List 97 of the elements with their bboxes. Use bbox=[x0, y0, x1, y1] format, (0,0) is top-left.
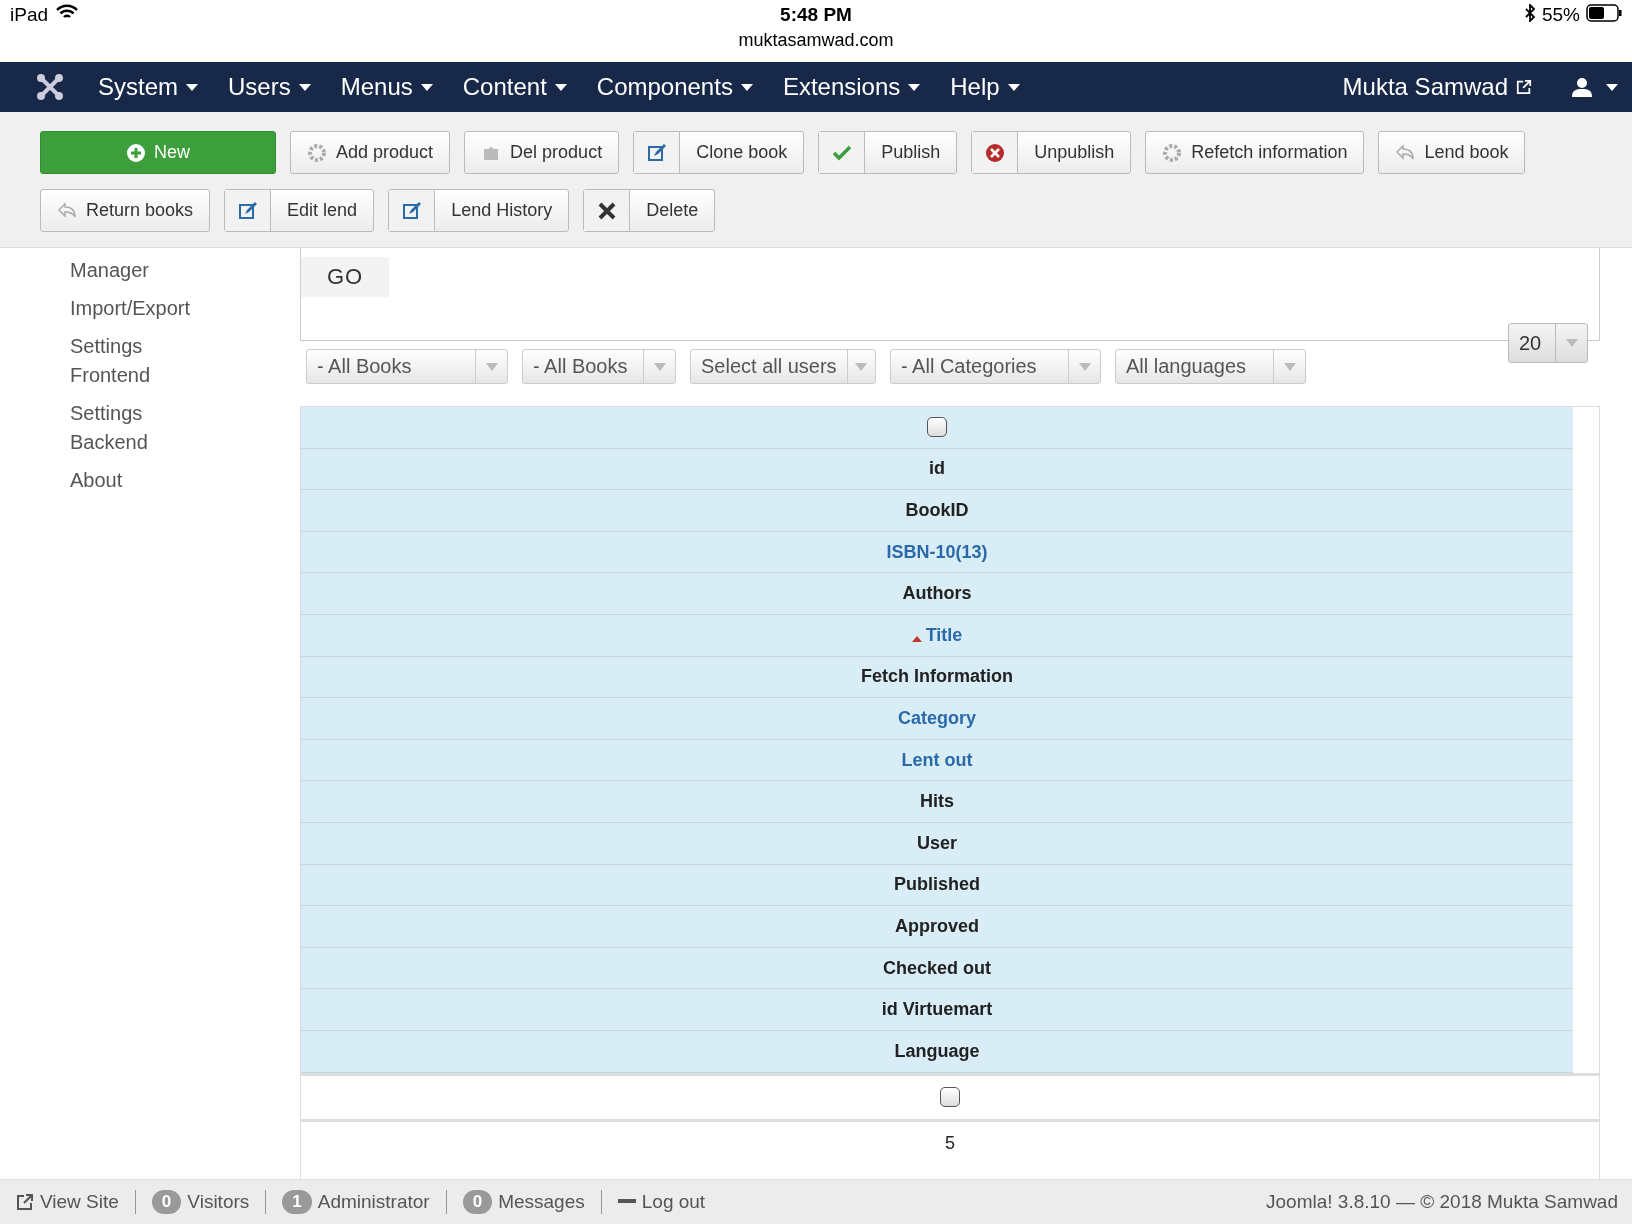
nav-menu[interactable]: System bbox=[98, 73, 198, 101]
footer-link[interactable]: 0 Messages bbox=[462, 1190, 585, 1214]
select-all-checkbox[interactable] bbox=[927, 417, 947, 438]
clock-time: 5:48 PM bbox=[780, 4, 852, 26]
column-header: Checked out bbox=[301, 947, 1573, 990]
count-badge: 0 bbox=[462, 1190, 493, 1214]
column-header: Approved bbox=[301, 906, 1573, 948]
caret-icon bbox=[1606, 83, 1618, 91]
column-sort-link[interactable]: Lent out bbox=[901, 749, 973, 771]
external-link-icon bbox=[1516, 79, 1532, 95]
column-header: User bbox=[301, 822, 1573, 865]
footer-link-label: Administrator bbox=[317, 1191, 430, 1213]
column-header: id bbox=[301, 448, 1573, 491]
caret-icon bbox=[420, 83, 433, 91]
caret-icon bbox=[855, 362, 868, 371]
list-limit-dropdown[interactable]: 20 bbox=[1508, 323, 1588, 363]
column-sort-link[interactable]: Category bbox=[898, 707, 976, 729]
battery-percent: 55% bbox=[1541, 4, 1580, 26]
caret-icon bbox=[1283, 362, 1296, 371]
nav-menu[interactable]: Help bbox=[950, 73, 1020, 101]
reply-arrow-icon bbox=[57, 200, 77, 221]
caret-icon bbox=[298, 83, 311, 91]
footer-link[interactable]: 0 Visitors bbox=[151, 1190, 250, 1214]
joomla-logo-icon bbox=[36, 73, 64, 101]
close-icon bbox=[596, 200, 617, 221]
minus-icon bbox=[617, 1199, 636, 1205]
battery-icon bbox=[1586, 4, 1622, 22]
caret-icon bbox=[1007, 83, 1020, 91]
nav-menu[interactable]: Extensions bbox=[782, 73, 921, 101]
sidebar-link[interactable]: Settings Backend bbox=[70, 399, 210, 457]
footer-link-label: Messages bbox=[498, 1191, 585, 1213]
toolbar-button[interactable]: Lend History bbox=[388, 189, 570, 232]
toolbar-button[interactable]: Refetch information bbox=[1145, 131, 1365, 174]
external-link-icon bbox=[16, 1193, 34, 1211]
footer-link-label: Log out bbox=[641, 1191, 706, 1213]
toolbar-button[interactable]: Publish bbox=[818, 131, 958, 174]
filter-dropdown[interactable]: All languages bbox=[1115, 349, 1306, 384]
user-icon bbox=[1572, 77, 1592, 97]
toolbar-button[interactable]: Add product bbox=[290, 131, 451, 174]
column-sort-link[interactable]: ISBN-10(13) bbox=[886, 541, 988, 563]
column-header: id Virtuemart bbox=[301, 989, 1573, 1031]
page-url: muktasamwad.com bbox=[738, 30, 894, 51]
filter-dropdown[interactable]: Select all users bbox=[690, 349, 876, 384]
column-sort-link[interactable]: Title bbox=[925, 624, 963, 646]
column-header: Language bbox=[301, 1030, 1573, 1073]
sidebar-link[interactable]: Settings Frontend bbox=[70, 332, 210, 390]
footer-link[interactable]: View Site bbox=[16, 1191, 119, 1213]
sidebar-link[interactable]: Manager bbox=[70, 256, 210, 285]
sidebar-link[interactable]: About bbox=[70, 466, 210, 495]
caret-icon bbox=[740, 83, 753, 91]
column-header: BookID bbox=[301, 490, 1573, 532]
user-menu[interactable] bbox=[1572, 77, 1618, 97]
caret-icon bbox=[1078, 362, 1091, 371]
edit-icon bbox=[237, 200, 258, 221]
toolbar-button[interactable]: Delete bbox=[583, 189, 716, 232]
caret-icon bbox=[653, 362, 666, 371]
filter-dropdown[interactable]: - All Books bbox=[306, 349, 508, 384]
footer-link[interactable]: 1 Administrator bbox=[282, 1190, 430, 1214]
user-name-link[interactable]: Mukta Samwad bbox=[1342, 73, 1532, 101]
column-header: Hits bbox=[301, 781, 1573, 823]
filter-dropdown[interactable]: - All Categories bbox=[890, 349, 1101, 384]
count-badge: 1 bbox=[282, 1190, 312, 1214]
caret-icon bbox=[186, 83, 198, 91]
plus-circle-icon bbox=[126, 142, 146, 163]
caret-icon bbox=[1565, 339, 1578, 347]
toolbar-button[interactable]: Return books bbox=[40, 189, 211, 232]
go-button[interactable]: GO bbox=[301, 257, 389, 297]
nav-menu[interactable]: Menus bbox=[340, 73, 433, 101]
footer-link-label: Visitors bbox=[187, 1191, 250, 1213]
caret-icon bbox=[554, 83, 567, 91]
toolbar-button[interactable]: Lend book bbox=[1378, 131, 1526, 174]
nav-menu[interactable]: Content bbox=[462, 73, 567, 101]
device-name: iPad bbox=[10, 4, 49, 26]
toolbar-button[interactable]: Del product bbox=[464, 131, 620, 174]
footer-link[interactable]: Log out bbox=[617, 1191, 706, 1213]
nav-menu[interactable]: Components bbox=[596, 73, 753, 101]
toolbar-button[interactable]: Edit lend bbox=[224, 189, 375, 232]
bluetooth-icon bbox=[1523, 4, 1536, 22]
column-header: Authors bbox=[301, 573, 1573, 615]
filter-dropdown[interactable]: - All Books bbox=[522, 349, 676, 384]
column-header: Published bbox=[301, 864, 1573, 907]
copyright-text: Joomla! 3.8.10 — © 2018 Mukta Samwad bbox=[1266, 1191, 1618, 1213]
toolbar-button[interactable]: Clone book bbox=[633, 131, 805, 174]
count-badge: 0 bbox=[151, 1190, 182, 1214]
sort-ascending-icon bbox=[911, 636, 922, 643]
reply-arrow-icon bbox=[1395, 142, 1416, 163]
nav-menu[interactable]: Users bbox=[228, 73, 311, 101]
row-checkbox[interactable] bbox=[940, 1087, 960, 1107]
caret-icon bbox=[908, 83, 921, 91]
sidebar-link[interactable]: Import/Export bbox=[70, 294, 210, 323]
edit-icon bbox=[401, 200, 422, 221]
edit-icon bbox=[646, 142, 667, 163]
cancel-circle-icon bbox=[984, 142, 1005, 163]
toolbar-button[interactable]: Unpublish bbox=[971, 131, 1132, 174]
footer-link-label: View Site bbox=[40, 1191, 119, 1213]
column-header: Fetch Information bbox=[301, 656, 1573, 699]
caret-icon bbox=[485, 362, 498, 371]
